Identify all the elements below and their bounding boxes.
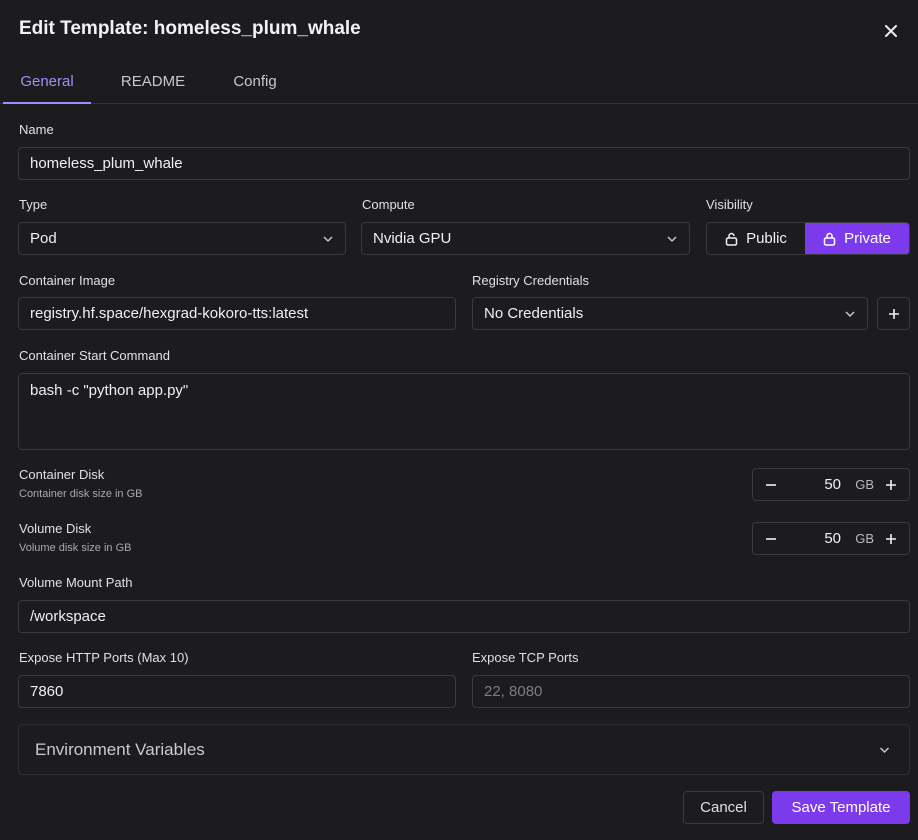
volume-disk-unit: GB — [855, 531, 874, 546]
volume-disk-stepper: 50 GB — [752, 522, 910, 555]
type-value: Pod — [30, 230, 57, 247]
chevron-down-icon — [323, 235, 333, 242]
unlock-icon — [725, 232, 738, 246]
container-disk-unit: GB — [855, 477, 874, 492]
http-ports-label: Expose HTTP Ports (Max 10) — [19, 650, 189, 665]
visibility-private-label: Private — [844, 230, 891, 247]
container-disk-label: Container Disk — [19, 467, 105, 482]
volume-disk-hint: Volume disk size in GB — [19, 542, 132, 554]
volume-disk-increment-button[interactable] — [875, 523, 907, 554]
container-disk-decrement-button[interactable] — [755, 469, 787, 500]
container-image-label: Container Image — [19, 273, 116, 288]
tab-readme[interactable]: README — [110, 60, 196, 104]
visibility-label: Visibility — [706, 197, 753, 212]
plus-icon — [888, 308, 899, 319]
tab-bar: General README Config — [0, 60, 918, 104]
container-image-value: registry.hf.space/hexgrad-kokoro-tts:lat… — [30, 305, 309, 322]
tcp-ports-label: Expose TCP Ports — [472, 650, 579, 665]
registry-credentials-value: No Credentials — [484, 305, 584, 322]
tab-general[interactable]: General — [3, 60, 91, 104]
name-label: Name — [19, 122, 54, 137]
volume-disk-label: Volume Disk — [19, 521, 92, 536]
visibility-private-button[interactable]: Private — [805, 223, 909, 254]
lock-icon — [823, 232, 836, 246]
name-input[interactable]: homeless_plum_whale — [18, 147, 910, 180]
tab-config[interactable]: Config — [220, 60, 290, 104]
http-ports-value: 7860 — [30, 683, 64, 700]
type-select[interactable]: Pod — [18, 222, 346, 255]
compute-label: Compute — [362, 197, 415, 212]
container-disk-value[interactable]: 50 — [824, 469, 841, 500]
volume-disk-value[interactable]: 50 — [824, 523, 841, 554]
chevron-down-icon — [879, 747, 890, 754]
name-value: homeless_plum_whale — [30, 155, 183, 172]
container-disk-hint: Container disk size in GB — [19, 488, 143, 500]
start-command-label: Container Start Command — [19, 348, 171, 363]
environment-variables-accordion[interactable]: Environment Variables — [18, 724, 910, 775]
visibility-public-button[interactable]: Public — [707, 223, 805, 254]
registry-credentials-label: Registry Credentials — [472, 273, 590, 288]
cancel-button[interactable]: Cancel — [683, 791, 764, 824]
start-command-textarea[interactable]: bash -c "python app.py" — [18, 373, 910, 450]
close-button[interactable] — [880, 20, 902, 42]
add-credentials-button[interactable] — [877, 297, 910, 330]
container-image-input[interactable]: registry.hf.space/hexgrad-kokoro-tts:lat… — [18, 297, 456, 330]
volume-mount-path-input[interactable]: /workspace — [18, 600, 910, 633]
edit-template-dialog: Edit Template: homeless_plum_whale Gener… — [0, 0, 918, 840]
chevron-down-icon — [667, 235, 677, 242]
volume-mount-path-label: Volume Mount Path — [19, 575, 133, 590]
save-template-button[interactable]: Save Template — [772, 791, 910, 824]
close-icon — [885, 25, 897, 37]
environment-variables-title: Environment Variables — [35, 740, 205, 759]
http-ports-input[interactable]: 7860 — [18, 675, 456, 708]
plus-icon — [886, 479, 896, 490]
visibility-public-label: Public — [746, 230, 787, 247]
start-command-value: bash -c "python app.py" — [30, 382, 189, 399]
compute-select[interactable]: Nvidia GPU — [361, 222, 690, 255]
registry-credentials-select[interactable]: No Credentials — [472, 297, 868, 330]
visibility-toggle: Public Private — [706, 222, 910, 255]
minus-icon — [766, 483, 776, 486]
minus-icon — [766, 537, 776, 540]
tcp-ports-input[interactable] — [472, 675, 910, 708]
dialog-title: Edit Template: homeless_plum_whale — [19, 18, 361, 39]
container-disk-stepper: 50 GB — [752, 468, 910, 501]
volume-disk-decrement-button[interactable] — [755, 523, 787, 554]
chevron-down-icon — [845, 310, 855, 317]
volume-mount-path-value: /workspace — [30, 608, 106, 625]
type-label: Type — [19, 197, 48, 212]
container-disk-increment-button[interactable] — [875, 469, 907, 500]
plus-icon — [886, 533, 896, 544]
compute-value: Nvidia GPU — [373, 230, 452, 247]
